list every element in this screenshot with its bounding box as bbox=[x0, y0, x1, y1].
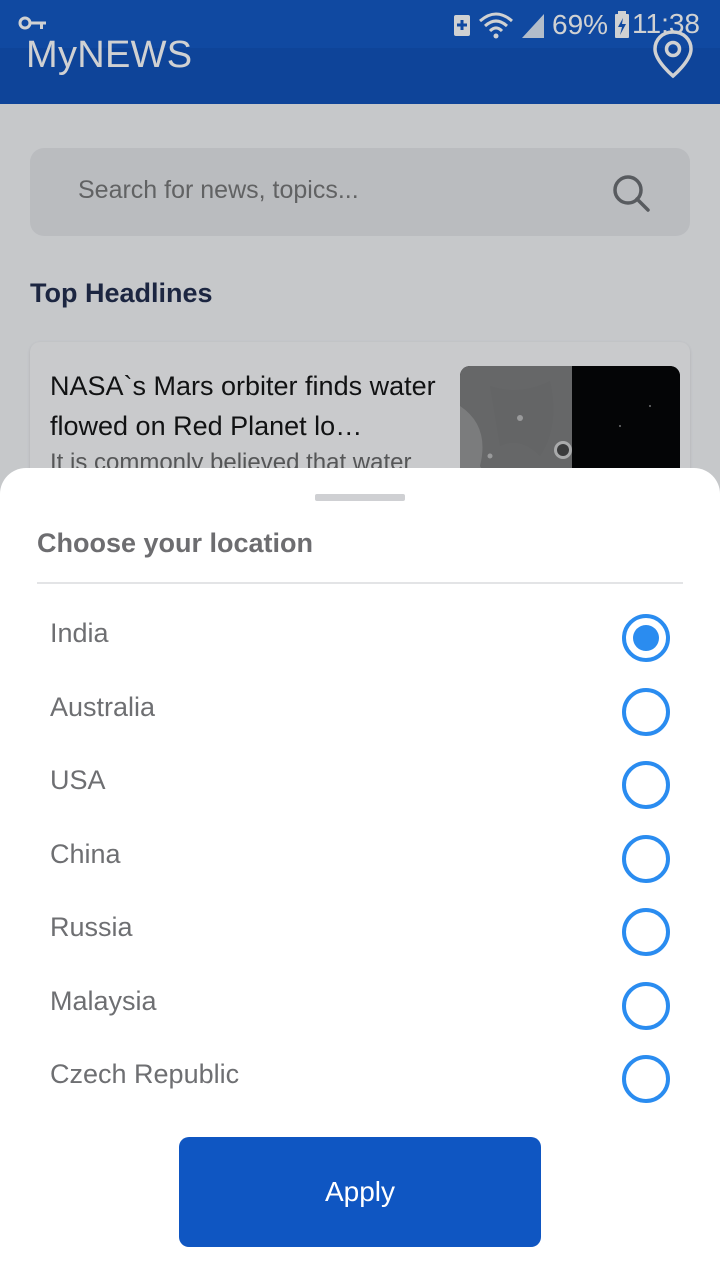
sheet-drag-handle[interactable] bbox=[315, 494, 405, 501]
location-option[interactable]: China bbox=[0, 821, 720, 895]
radio-unselected[interactable] bbox=[622, 1055, 670, 1103]
location-option-label: Russia bbox=[50, 912, 133, 942]
location-option-label: China bbox=[50, 838, 121, 869]
sheet-title: Choose your location bbox=[37, 528, 314, 558]
location-option-label: Czech Republic bbox=[50, 1059, 240, 1089]
radio-unselected[interactable] bbox=[622, 834, 670, 883]
location-option[interactable]: Russia bbox=[0, 894, 720, 968]
radio-unselected[interactable] bbox=[622, 981, 670, 1030]
radio-unselected[interactable] bbox=[622, 908, 670, 956]
radio-selected[interactable] bbox=[622, 614, 670, 662]
location-option-label: India bbox=[50, 618, 109, 648]
location-options: India Australia USA China Russia Malaysia Czec… bbox=[0, 600, 720, 1115]
location-option[interactable]: USA bbox=[0, 747, 720, 821]
location-option[interactable]: Czech Republic bbox=[0, 1041, 720, 1115]
apply-button[interactable]: Apply bbox=[179, 1137, 541, 1247]
location-option-label: USA bbox=[50, 765, 106, 795]
location-option-label: Malaysia bbox=[50, 985, 157, 1016]
radio-dot bbox=[633, 625, 659, 651]
divider bbox=[37, 582, 683, 584]
location-bottom-sheet: Choose your location India Australia USA Ch… bbox=[0, 468, 720, 1280]
location-option[interactable]: India bbox=[0, 600, 720, 674]
screen: 69% 11:38 MyNEWS Top Headlines NASA`s Ma… bbox=[0, 0, 720, 1280]
location-option[interactable]: Australia bbox=[0, 674, 720, 748]
location-option-label: Australia bbox=[50, 691, 156, 722]
location-option[interactable]: Malaysia bbox=[0, 968, 720, 1042]
radio-unselected[interactable] bbox=[622, 761, 670, 809]
radio-unselected[interactable] bbox=[622, 687, 670, 736]
